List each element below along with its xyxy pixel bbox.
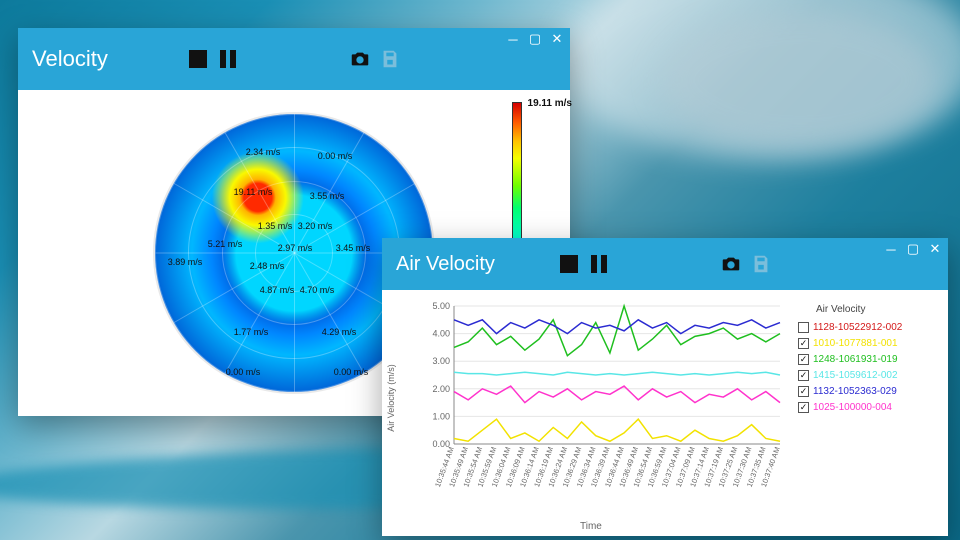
ytick-label: 5.00 — [432, 301, 450, 311]
polar-label: 2.48 m/s — [250, 261, 285, 271]
minimize-button[interactable]: ─ — [884, 242, 898, 256]
polar-label: 4.70 m/s — [300, 285, 335, 295]
pause-button[interactable] — [588, 253, 610, 275]
polar-label: 19.11 m/s — [234, 187, 273, 197]
legend-label: 1415-1059612-002 — [813, 370, 898, 381]
legend-row: 1248-1061931-019 — [798, 351, 938, 367]
air-velocity-window: Air Velocity ─ ▢ ✕ Air Velocity (m/s) — [382, 238, 948, 536]
pause-button[interactable] — [217, 48, 239, 70]
polar-label: 1.77 m/s — [234, 327, 269, 337]
air-line-chart: 0.001.002.003.004.005.0010:35:44 AM10:35… — [424, 300, 784, 500]
legend-checkbox[interactable] — [798, 354, 809, 365]
maximize-button[interactable]: ▢ — [906, 242, 920, 256]
camera-icon[interactable] — [720, 253, 742, 275]
legend-row: 1132-1052363-029 — [798, 383, 938, 399]
air-legend: Air Velocity 1128-10522912-002 1010-10778… — [798, 304, 938, 415]
polar-label: 3.55 m/s — [310, 191, 345, 201]
legend-checkbox[interactable] — [798, 338, 809, 349]
polar-label: 0.00 m/s — [318, 151, 353, 161]
polar-label: 4.29 m/s — [322, 327, 357, 337]
save-icon — [379, 48, 401, 70]
air-legend-header: Air Velocity — [816, 304, 938, 315]
ytick-label: 3.00 — [432, 356, 450, 366]
velocity-colorbar — [512, 102, 522, 242]
air-ylabel: Air Velocity (m/s) — [386, 364, 396, 432]
velocity-titlebar: Velocity ─ ▢ ✕ — [18, 28, 570, 90]
camera-icon[interactable] — [349, 48, 371, 70]
series-line — [454, 419, 780, 441]
ytick-label: 1.00 — [432, 411, 450, 421]
legend-checkbox[interactable] — [798, 370, 809, 381]
velocity-colorbar-max: 19.11 m/s — [528, 98, 572, 109]
legend-label: 1025-100000-004 — [813, 402, 892, 413]
polar-label: 4.87 m/s — [260, 285, 295, 295]
series-line — [454, 306, 780, 356]
save-icon — [750, 253, 772, 275]
stop-button[interactable] — [558, 253, 580, 275]
maximize-button[interactable]: ▢ — [528, 32, 542, 46]
legend-row: 1025-100000-004 — [798, 399, 938, 415]
legend-checkbox[interactable] — [798, 386, 809, 397]
minimize-button[interactable]: ─ — [506, 32, 520, 46]
polar-label: 3.20 m/s — [298, 221, 333, 231]
legend-row: 1128-10522912-002 — [798, 319, 938, 335]
legend-row: 1415-1059612-002 — [798, 367, 938, 383]
polar-label: 2.34 m/s — [246, 147, 281, 157]
air-titlebar: Air Velocity ─ ▢ ✕ — [382, 238, 948, 290]
close-button[interactable]: ✕ — [550, 32, 564, 46]
polar-label: 3.89 m/s — [168, 257, 203, 267]
legend-label: 1010-1077881-001 — [813, 338, 898, 349]
polar-label: 0.00 m/s — [226, 367, 261, 377]
polar-label: 5.21 m/s — [208, 239, 243, 249]
stop-button[interactable] — [187, 48, 209, 70]
air-xlabel: Time — [580, 521, 602, 532]
polar-label: 1.35 m/s — [258, 221, 293, 231]
legend-checkbox[interactable] — [798, 322, 809, 333]
ytick-label: 4.00 — [432, 329, 450, 339]
close-button[interactable]: ✕ — [928, 242, 942, 256]
air-body: Air Velocity (m/s) 0.001.002.003.004.005… — [382, 290, 948, 536]
legend-label: 1132-1052363-029 — [813, 386, 897, 397]
legend-row: 1010-1077881-001 — [798, 335, 938, 351]
air-title: Air Velocity — [396, 253, 495, 276]
polar-label: 3.45 m/s — [336, 243, 371, 253]
velocity-title: Velocity — [32, 46, 108, 72]
polar-label: 2.97 m/s — [278, 243, 313, 253]
ytick-label: 2.00 — [432, 384, 450, 394]
polar-label: 0.00 m/s — [334, 367, 369, 377]
legend-label: 1128-10522912-002 — [813, 322, 902, 333]
legend-label: 1248-1061931-019 — [813, 354, 898, 365]
series-line — [454, 372, 780, 375]
legend-checkbox[interactable] — [798, 402, 809, 413]
